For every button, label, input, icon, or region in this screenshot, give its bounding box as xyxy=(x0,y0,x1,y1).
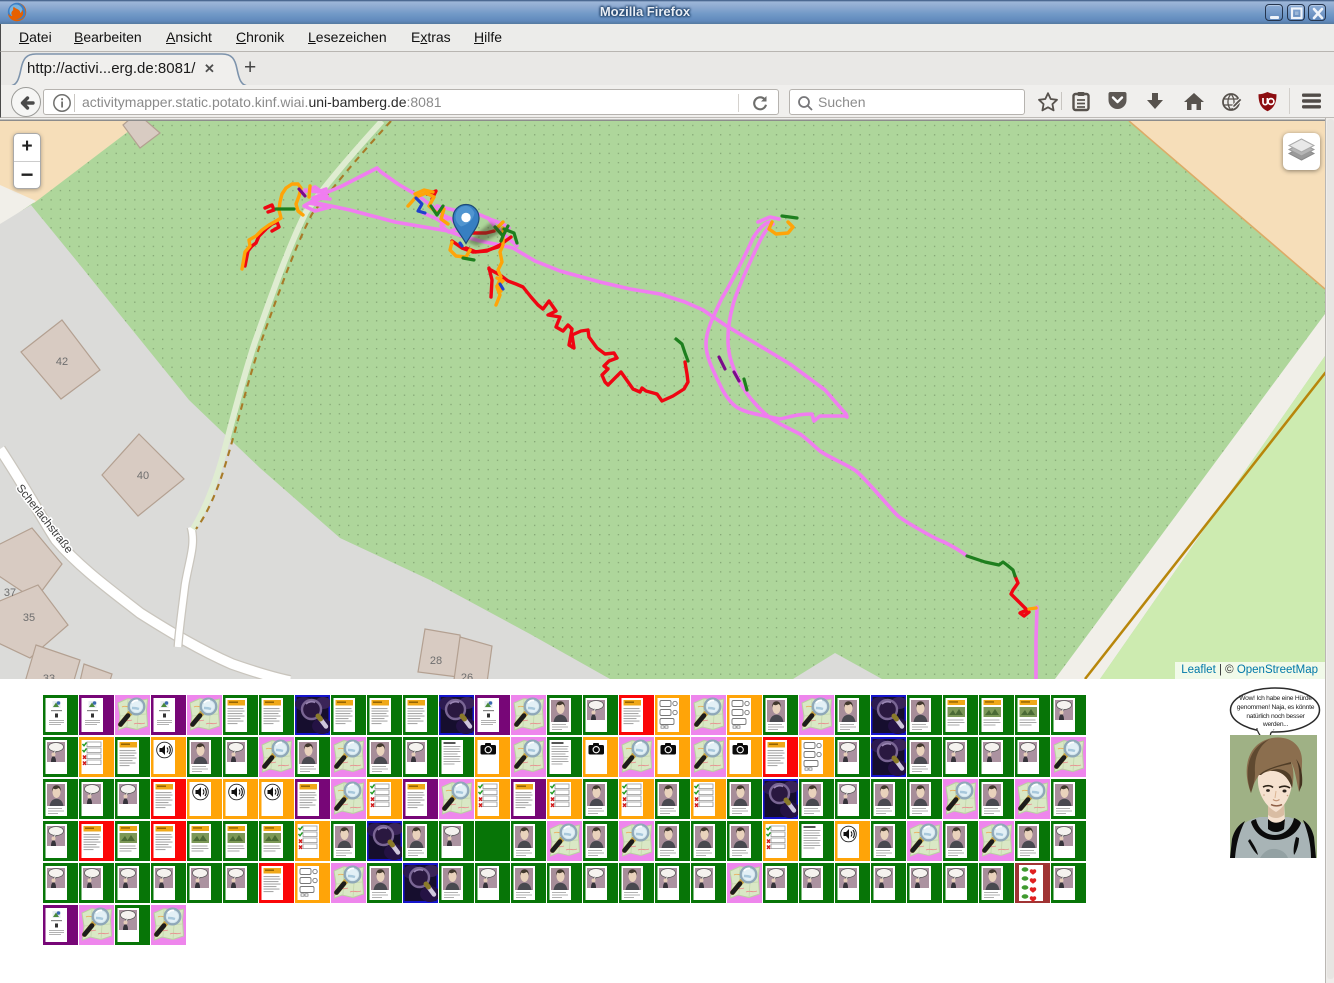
svg-text:35: 35 xyxy=(23,612,35,624)
svg-text:42: 42 xyxy=(56,356,68,368)
svg-text:37: 37 xyxy=(4,587,16,599)
svg-text:28: 28 xyxy=(430,655,442,667)
svg-text:26: 26 xyxy=(461,672,473,679)
svg-text:40: 40 xyxy=(137,470,149,482)
svg-text:33: 33 xyxy=(43,673,55,679)
